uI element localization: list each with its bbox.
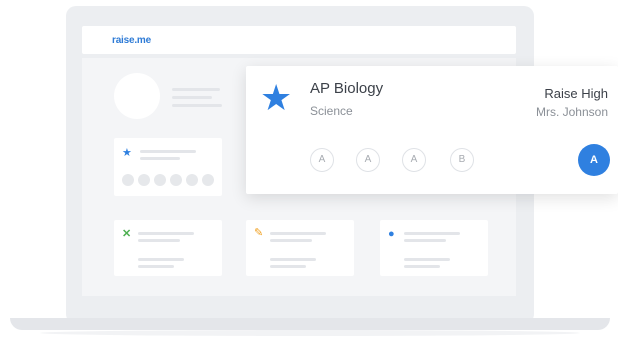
teacher-name: Mrs. Johnson <box>535 105 608 119</box>
grade-badge[interactable]: A <box>356 148 380 172</box>
pencil-icon: ✎ <box>254 227 264 239</box>
placeholder-line <box>404 239 446 242</box>
star-icon: ★ <box>260 77 293 118</box>
course-tile[interactable]: ● <box>380 220 488 276</box>
placeholder-line <box>404 232 460 235</box>
grade-dot <box>170 174 182 186</box>
summary-panel: ★ <box>114 138 222 196</box>
school-name: Raise High <box>544 86 608 101</box>
grade-dot <box>202 174 214 186</box>
course-card[interactable]: ★ AP Biology Science Raise High Mrs. Joh… <box>246 66 618 194</box>
placeholder-line <box>270 239 312 242</box>
avatar <box>114 73 160 119</box>
grade-badge[interactable]: A <box>402 148 426 172</box>
course-tile[interactable]: ✕ <box>114 220 222 276</box>
star-icon: ★ <box>122 147 132 159</box>
grade-badge[interactable]: B <box>450 148 474 172</box>
placeholder-line <box>172 88 220 91</box>
grade-badge[interactable]: A <box>310 148 334 172</box>
laptop-shadow <box>40 330 580 336</box>
placeholder-line <box>140 157 180 160</box>
placeholder-line <box>138 258 184 261</box>
placeholder-line <box>138 232 194 235</box>
laptop-base <box>10 318 610 330</box>
app-header: raise.me <box>82 26 516 54</box>
current-grade-badge[interactable]: A <box>578 144 610 176</box>
course-tile[interactable]: ✎ <box>246 220 354 276</box>
course-title: AP Biology <box>310 80 384 97</box>
placeholder-line <box>172 96 212 99</box>
grade-dot <box>138 174 150 186</box>
search-icon: ● <box>388 228 395 240</box>
placeholder-line <box>138 239 180 242</box>
placeholder-line <box>270 258 316 261</box>
grade-dot <box>186 174 198 186</box>
placeholder-line <box>404 265 440 268</box>
placeholder-line <box>140 150 196 153</box>
course-subject: Science <box>310 104 353 118</box>
grade-dot <box>122 174 134 186</box>
app-logo[interactable]: raise.me <box>112 35 151 46</box>
grade-dot <box>154 174 166 186</box>
cross-icon: ✕ <box>122 228 132 240</box>
placeholder-line <box>172 104 222 107</box>
placeholder-line <box>270 265 306 268</box>
placeholder-line <box>138 265 174 268</box>
placeholder-line <box>270 232 326 235</box>
placeholder-line <box>404 258 450 261</box>
